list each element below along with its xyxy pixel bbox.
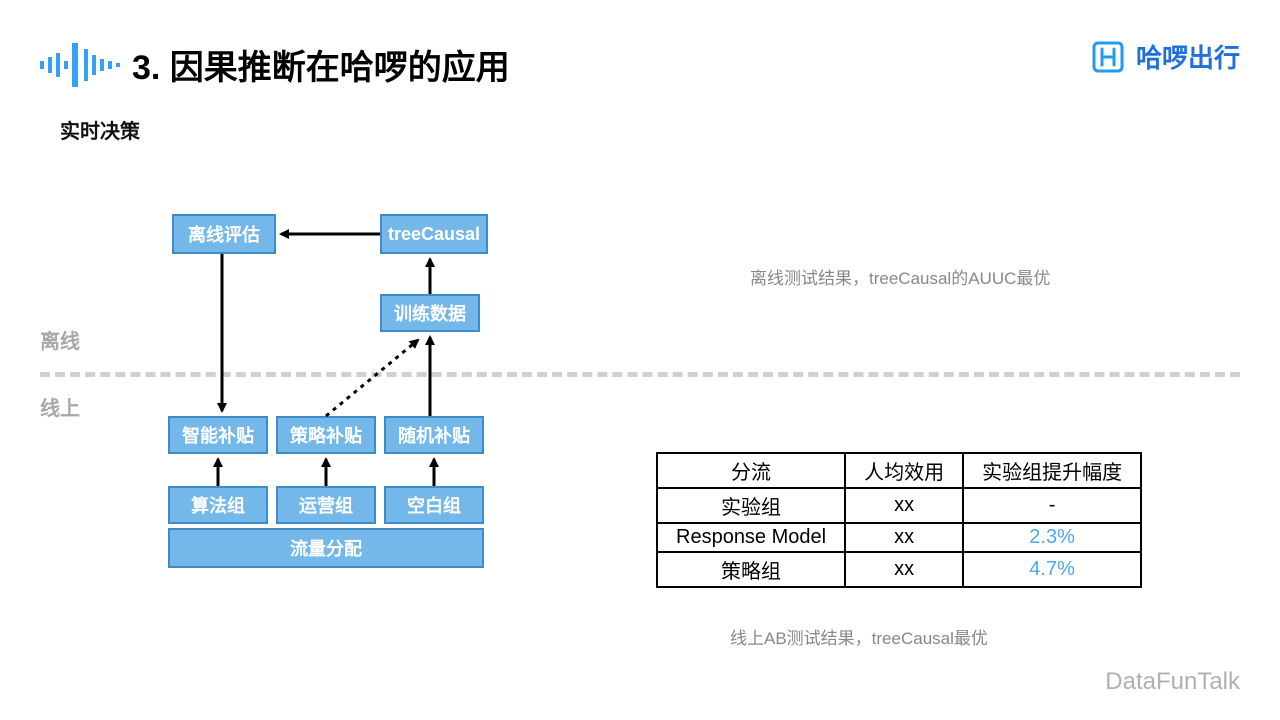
section-subtitle: 实时决策 [60, 115, 140, 144]
node-treecausal: treeCausal [380, 214, 488, 254]
node-traffic-alloc: 流量分配 [168, 528, 484, 568]
node-offline-evaluation: 离线评估 [172, 214, 276, 254]
node-blank-group: 空白组 [384, 486, 484, 524]
soundwave-icon [40, 41, 120, 89]
online-section-label: 线上 [40, 392, 80, 421]
node-strategy-subsidy: 策略补贴 [276, 416, 376, 454]
node-random-subsidy: 随机补贴 [384, 416, 484, 454]
brand-name: 哈啰出行 [1136, 38, 1240, 75]
diagram-arrows [0, 0, 1280, 720]
brand-logo: 哈啰出行 [1090, 38, 1240, 75]
col-split: 分流 [657, 453, 845, 488]
col-utility: 人均效用 [845, 453, 963, 488]
table-row: Response Model xx 2.3% [657, 523, 1141, 552]
node-ops-group: 运营组 [276, 486, 376, 524]
offline-result-note: 离线测试结果，treeCausal的AUUC最优 [750, 264, 1050, 289]
node-smart-subsidy: 智能补贴 [168, 416, 268, 454]
table-row: 策略组 xx 4.7% [657, 552, 1141, 587]
table-row: 实验组 xx - [657, 488, 1141, 523]
section-divider [40, 372, 1240, 377]
slide-header: 3. 因果推断在哈啰的应用 [40, 40, 510, 89]
slide-title: 3. 因果推断在哈啰的应用 [132, 40, 510, 89]
col-uplift: 实验组提升幅度 [963, 453, 1141, 488]
online-result-note: 线上AB测试结果，treeCausal最优 [730, 624, 988, 649]
brand-icon [1090, 39, 1126, 75]
node-training-data: 训练数据 [380, 294, 480, 332]
watermark: DataFunTalk [1105, 668, 1240, 696]
node-algo-group: 算法组 [168, 486, 268, 524]
table-header-row: 分流 人均效用 实验组提升幅度 [657, 453, 1141, 488]
offline-section-label: 离线 [40, 325, 80, 354]
ab-test-table: 分流 人均效用 实验组提升幅度 实验组 xx - Response Model … [656, 452, 1142, 588]
